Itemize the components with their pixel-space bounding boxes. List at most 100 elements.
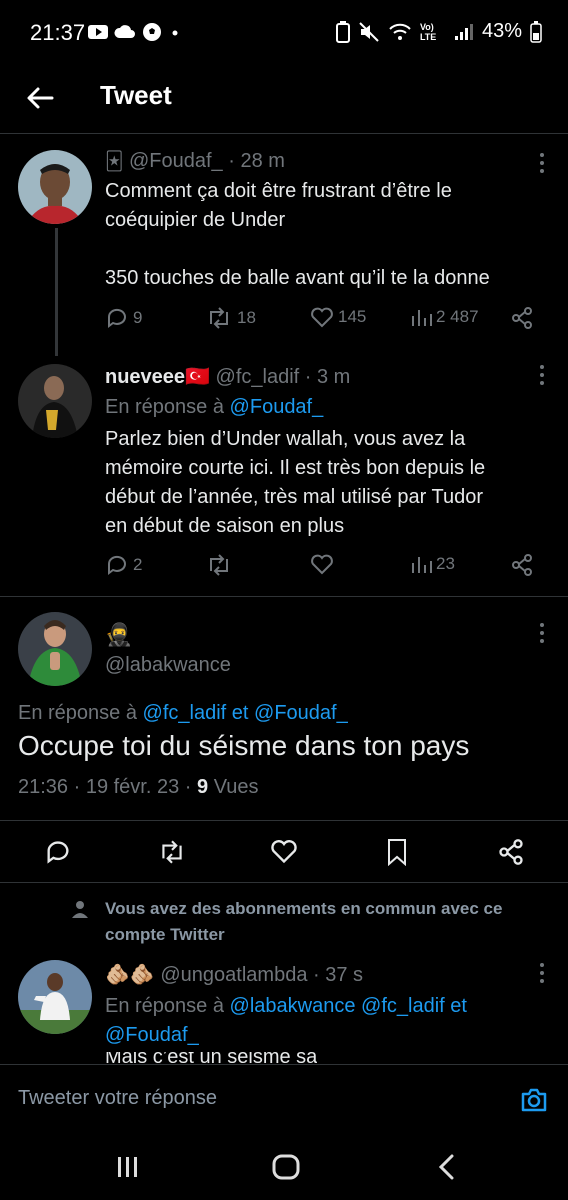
battery-percent: 43%	[481, 20, 522, 42]
display-name-emoji[interactable]: 🥷	[105, 622, 538, 648]
tweet-handle[interactable]: @fc_ladif	[216, 366, 300, 388]
tweet-text-line: Parlez bien d’Under wallah, vous avez la	[105, 428, 466, 450]
avatar-ungoatlambda[interactable]	[18, 960, 92, 1034]
tweet-time: · 28 m	[228, 150, 285, 172]
retweet-icon[interactable]	[157, 838, 187, 866]
views-icon	[412, 310, 432, 326]
avatar-image	[18, 960, 92, 1034]
bookmark-icon[interactable]	[385, 838, 409, 866]
tweet-timestamp-row: 21:36 · 19 févr. 23 · 9 Vues	[18, 776, 259, 799]
back-nav-icon[interactable]	[436, 1154, 456, 1180]
tweet-text-line: début de l’année, très mal utilisé par T…	[105, 486, 483, 508]
views-count: 2 487	[436, 307, 479, 326]
avatar-foudaf[interactable]	[18, 150, 92, 224]
status-bar: 21:37 Vo) LTE 43%	[0, 0, 568, 64]
retweet-button[interactable]	[205, 553, 233, 577]
reply-prefix: En réponse à	[18, 702, 137, 724]
reply-icon	[107, 308, 126, 328]
camera-icon[interactable]	[520, 1087, 548, 1113]
person-icon	[72, 901, 88, 918]
recent-apps-icon[interactable]	[116, 1156, 140, 1178]
reply-mention[interactable]: @fc_ladif	[361, 995, 445, 1017]
status-system-icons: Vo) LTE 43%	[335, 20, 542, 43]
reply-mention[interactable]: @Foudaf_	[230, 396, 324, 418]
common-follows-line: Vous avez des abonnements en commun avec…	[105, 899, 503, 918]
home-icon[interactable]	[272, 1154, 300, 1180]
tweet-text-line: Mais c’est un séisme sa	[105, 1052, 318, 1064]
reply-mention[interactable]: @fc_ladif	[143, 702, 227, 724]
avatar-labakwance[interactable]	[18, 612, 92, 686]
tweet-text-line: coéquipier de Under	[105, 209, 286, 231]
common-follows-line: compte Twitter	[105, 925, 225, 944]
tweet-handle[interactable]: @labakwance	[105, 654, 538, 677]
reply-count: 2	[133, 555, 143, 574]
tweet-header: 🃏 @Foudaf_ · 28 m	[105, 150, 538, 173]
tweet-header: 🫵🏼🫵🏼 @ungoatlambda · 37 s	[105, 962, 538, 987]
tweet-text: Comment ça doit être frustrant d’être le…	[105, 177, 538, 293]
share-icon[interactable]	[510, 553, 534, 577]
reply-button[interactable]: 2	[105, 553, 142, 577]
signal-icon	[454, 23, 473, 40]
status-notification-icons	[88, 22, 182, 42]
tweet-actions: 2 23	[105, 553, 538, 583]
like-button[interactable]: 145	[310, 306, 366, 328]
share-icon[interactable]	[510, 306, 534, 330]
views-button[interactable]: 23	[410, 553, 455, 575]
reply-count: 9	[133, 308, 143, 327]
avatar-image	[18, 150, 92, 224]
share-icon[interactable]	[497, 838, 525, 866]
reply-and: et	[450, 995, 467, 1017]
focused-tweet-text: Occupe toi du séisme dans ton pays	[18, 730, 470, 761]
reply-mention[interactable]: @labakwance	[230, 995, 356, 1017]
tweet-text: Parlez bien d’Under wallah, vous avez la…	[105, 425, 538, 541]
dot-icon	[172, 30, 178, 36]
focused-actions	[0, 820, 568, 882]
reply-button[interactable]: 9	[105, 306, 142, 330]
more-options-icon[interactable]	[538, 364, 546, 386]
more-options-icon[interactable]	[538, 152, 546, 174]
cloud-icon	[114, 25, 135, 38]
views-button[interactable]: 2 487	[410, 306, 479, 328]
tweet-handle[interactable]: @ungoatlambda	[160, 964, 307, 986]
reply-mention[interactable]: @Foudaf_	[105, 1024, 199, 1046]
tweet-time: · 3 m	[304, 366, 351, 388]
divider	[0, 882, 568, 883]
tweet-handle[interactable]: @Foudaf_	[129, 150, 223, 172]
youtube-icon	[88, 25, 108, 39]
network-type-label: Vo) LTE	[419, 21, 437, 42]
like-count: 145	[338, 307, 367, 326]
mute-icon	[359, 21, 379, 42]
top-app-bar: Tweet	[0, 64, 568, 134]
tweet-text-line: 350 touches de balle avant qu’il te la d…	[105, 267, 490, 289]
tweet-text-line: mémoire courte ici. Il est très bon depu…	[105, 457, 486, 479]
retweet-icon	[210, 307, 228, 329]
reply-icon[interactable]	[44, 838, 72, 866]
reply-context: En réponse à @Foudaf_	[105, 396, 538, 419]
display-name-emoji[interactable]: 🫵🏼🫵🏼	[105, 964, 155, 986]
views-count: 23	[436, 554, 455, 573]
battery-saver-icon	[335, 20, 350, 43]
android-nav-bar	[0, 1136, 568, 1200]
heart-icon[interactable]	[270, 838, 298, 864]
back-arrow-icon[interactable]	[22, 80, 58, 116]
avatar-image	[18, 612, 92, 686]
tweet-actions: 9 18 145 2 487	[105, 306, 538, 336]
wifi-icon	[389, 23, 411, 40]
reply-mention[interactable]: @Foudaf_	[254, 702, 348, 724]
like-button[interactable]	[310, 553, 334, 575]
reply-input[interactable]: Tweeter votre réponse	[18, 1087, 217, 1110]
retweet-icon	[210, 554, 228, 576]
tweet-display-name[interactable]: nueveee	[105, 366, 185, 388]
avatar-fc-ladif[interactable]	[18, 364, 92, 438]
views-icon	[412, 557, 432, 573]
more-options-icon[interactable]	[538, 962, 546, 984]
views-label: Vues	[213, 776, 259, 798]
retweet-button[interactable]: 18	[205, 306, 256, 330]
retweet-count: 18	[237, 308, 256, 327]
reply-composer[interactable]: Tweeter votre réponse	[0, 1064, 568, 1136]
tweet-text-partial: Mais c’est un séisme sa	[105, 1052, 317, 1064]
more-options-icon[interactable]	[538, 622, 546, 644]
reply-context: En réponse à @labakwance @fc_ladif et @F…	[105, 992, 538, 1050]
reply-prefix: En réponse à	[105, 995, 224, 1017]
views-count[interactable]: 9	[197, 776, 208, 798]
